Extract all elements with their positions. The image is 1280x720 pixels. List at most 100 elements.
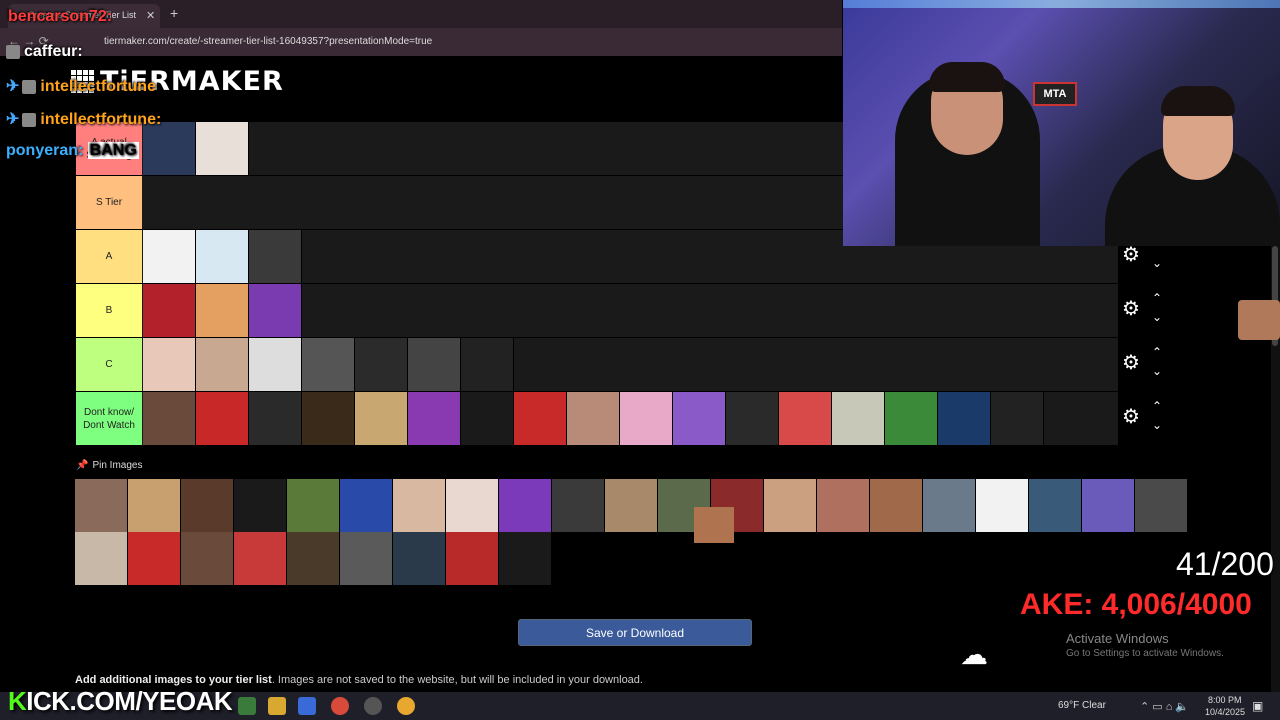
chrome-icon[interactable] [397,697,415,715]
pin-emote-icon: ✈ [6,111,20,128]
pool-image[interactable] [340,532,393,585]
streamer-thumbnail[interactable] [302,338,355,391]
streamer-thumbnail[interactable] [196,122,249,175]
pool-image[interactable] [234,532,287,585]
streamer-thumbnail[interactable] [461,392,514,445]
pool-image[interactable] [499,479,552,532]
gear-icon[interactable]: ⚙ [1122,353,1142,373]
pool-image[interactable] [287,479,340,532]
pool-image[interactable] [446,479,499,532]
gear-icon[interactable]: ⚙ [1122,407,1142,427]
streamer-thumbnail[interactable] [620,392,673,445]
pool-image[interactable] [75,479,128,532]
chevron-up-icon[interactable]: ⌃ [1152,291,1162,305]
chevron-down-icon[interactable]: ⌄ [1152,310,1162,324]
streamer-thumbnail[interactable] [249,392,302,445]
chevron-up-icon[interactable]: ⌃ [1152,399,1162,413]
clock-time[interactable]: 8:00 PM [1208,695,1242,705]
chevron-down-icon[interactable]: ⌄ [1152,256,1162,270]
streamer-thumbnail[interactable] [249,338,302,391]
streamer-thumbnail[interactable] [779,392,832,445]
obs-icon[interactable] [364,697,382,715]
tier-label[interactable]: C [76,338,142,391]
tier-items [143,338,514,391]
pool-image[interactable] [976,479,1029,532]
streamer-thumbnail[interactable] [143,392,196,445]
tier-label[interactable]: B [76,284,142,337]
pool-image[interactable] [764,479,817,532]
pin-emote-icon: ✈ [6,78,20,95]
streamer-thumbnail[interactable] [196,338,249,391]
gear-icon[interactable]: ⚙ [1122,299,1142,319]
streamer-thumbnail[interactable] [673,392,726,445]
gear-icon[interactable]: ⚙ [1122,245,1142,265]
new-tab-icon[interactable]: + [170,5,178,21]
chrome-icon[interactable] [331,697,349,715]
pool-image[interactable] [128,479,181,532]
streamer-thumbnail[interactable] [355,338,408,391]
kick-url-overlay: KICK.COM/YEOAK [8,686,233,717]
pool-image[interactable] [393,532,446,585]
streamer-thumbnail[interactable] [991,392,1044,445]
tier-label[interactable]: A [76,230,142,283]
notification-icon[interactable]: ▣ [1252,699,1263,713]
streamer-thumbnail[interactable] [514,392,567,445]
pool-image[interactable] [181,532,234,585]
pool-image[interactable] [605,479,658,532]
clock-date[interactable]: 10/4/2025 [1205,707,1245,717]
streamer-thumbnail[interactable] [143,122,196,175]
streamer-thumbnail[interactable] [461,338,514,391]
pool-image[interactable] [552,479,605,532]
url-field[interactable]: tiermaker.com/create/-streamer-tier-list… [104,36,432,47]
pool-image[interactable] [817,479,870,532]
emote-image [694,507,734,543]
store-icon[interactable] [298,697,316,715]
pool-image[interactable] [340,479,393,532]
file-explorer-icon[interactable] [268,697,286,715]
pool-image[interactable] [923,479,976,532]
streamer-thumbnail[interactable] [408,392,461,445]
tier-label[interactable]: Dont know/ Dont Watch [76,392,142,445]
streamer-thumbnail[interactable] [832,392,885,445]
close-tab-icon[interactable]: ✕ [146,9,155,22]
pool-image[interactable] [128,532,181,585]
pool-image[interactable] [870,479,923,532]
streamer-thumbnail[interactable] [302,392,355,445]
streamer-thumbnail[interactable] [355,392,408,445]
pool-image[interactable] [499,532,552,585]
pool-image[interactable] [1082,479,1135,532]
streamer-thumbnail[interactable] [885,392,938,445]
streamer-thumbnail[interactable] [143,230,196,283]
pool-image[interactable] [287,532,340,585]
tier-controls: ⚙ ⌃ ⌄ [1118,284,1218,337]
chevron-down-icon[interactable]: ⌄ [1152,418,1162,432]
streamer-thumbnail[interactable] [143,338,196,391]
save-or-download-button[interactable]: Save or Download [518,619,752,646]
streamer-thumbnail[interactable] [249,284,302,337]
streamer-thumbnail[interactable] [249,230,302,283]
mta-sign: MTA [1033,82,1077,106]
tier-label[interactable]: S Tier [76,176,142,229]
pool-image[interactable] [446,532,499,585]
chevron-down-icon[interactable]: ⌄ [1152,364,1162,378]
streamer-thumbnail[interactable] [196,230,249,283]
streamer-thumbnail[interactable] [938,392,991,445]
streamer-thumbnail[interactable] [567,392,620,445]
pool-image[interactable] [181,479,234,532]
pool-image[interactable] [393,479,446,532]
chevron-up-icon[interactable]: ⌃ [1152,345,1162,359]
system-tray[interactable]: ⌃ ▭ ⌂ 🔈 [1140,700,1189,713]
pool-image[interactable] [75,532,128,585]
streamer-thumbnail[interactable] [196,284,249,337]
streamer-thumbnail[interactable] [726,392,779,445]
pool-image[interactable] [1135,479,1188,532]
app-icon[interactable] [238,697,256,715]
pool-image[interactable] [234,479,287,532]
streamer-thumbnail[interactable] [143,284,196,337]
streamer-thumbnail[interactable] [408,338,461,391]
weather-widget[interactable]: 69°F Clear [1058,700,1106,711]
pool-image[interactable] [1029,479,1082,532]
pin-images-label[interactable]: 📌 Pin Images [76,460,142,471]
add-images-link[interactable]: Add additional images to your tier list [75,674,272,686]
streamer-thumbnail[interactable] [196,392,249,445]
